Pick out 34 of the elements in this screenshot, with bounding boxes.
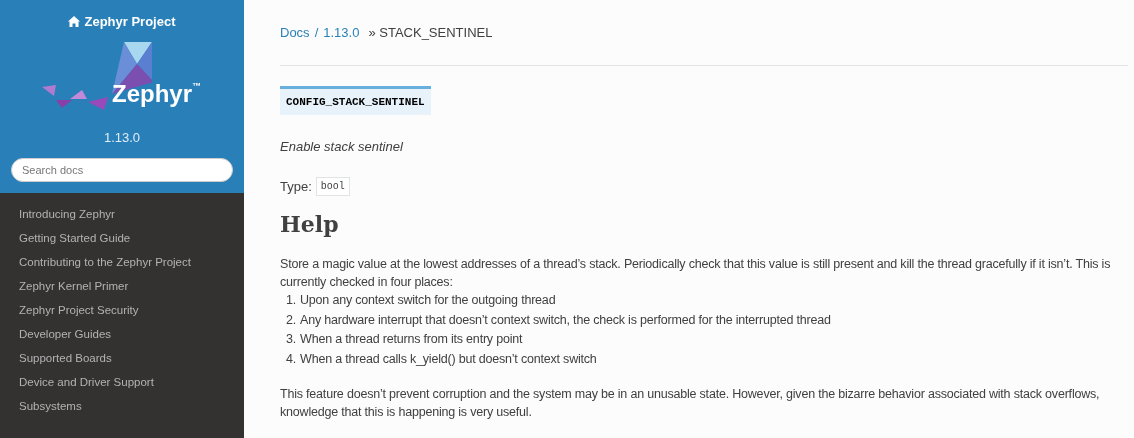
list-item-text: Any hardware interrupt that doesn’t context switch, the check is performed for the interrupted thread [300,311,831,329]
option-prompt: Enable stack sentinel [280,138,404,156]
project-link[interactable]: Zephyr Project [84,12,176,32]
type-value: bool [315,176,350,196]
list-item-text: Upon any context switch for the outgoing thread [300,292,556,309]
trademark-mark: ™ [192,81,201,91]
breadcrumb-link[interactable]: 1.13.0 [323,23,360,43]
list-number: 1. [286,292,297,309]
breadcrumb-link[interactable]: Docs [280,23,310,43]
nav-link[interactable]: Supported Boards [0,350,244,367]
nav-link[interactable]: Getting Started Guide [0,230,244,247]
nav-link[interactable]: Developer Guides [0,326,244,343]
breadcrumb-separator: / [314,24,319,42]
help-paragraph: Store a magic value at the lowest addresses of a thread’s stack. Periodically check that this value is still present and kill the thread gracefully if it isn’t. This is currently checked in four places: [280,256,1112,291]
logo-wordmark: Zephyr [112,81,192,106]
search-field[interactable]: Search docs [11,158,233,182]
list-item-text: When a thread calls k_yield() but doesn’t context switch [300,350,597,368]
version-label: 1.13.0 [103,128,141,147]
help-heading: Help [280,210,340,239]
nav-link[interactable]: Device and Driver Support [0,374,244,391]
nav-link[interactable]: Contributing to the Zephyr Project [0,254,244,271]
list-number: 3. [286,331,297,348]
breadcrumb-current: » STACK_SENTINEL [368,24,493,42]
nav-link[interactable]: Introducing Zephyr [0,206,244,223]
list-item-text: When a thread returns from its entry point [300,331,523,348]
nav-link[interactable]: Zephyr Kernel Primer [0,278,244,295]
list-number: 4. [286,350,297,368]
list-number: 2. [286,311,297,329]
option-name: CONFIG_STACK_SENTINEL [280,85,431,115]
note-paragraph: This feature doesn’t prevent corruption and the system may be in an unusable state. However, given the bizarre behavior associated with stack overflows, knowledge that this is happening is very useful. [280,386,1101,421]
home-icon [68,16,81,28]
nav-link[interactable]: Subsystems [0,398,244,415]
nav-link[interactable]: Zephyr Project Security [0,302,244,319]
type-label: Type: [280,177,312,196]
